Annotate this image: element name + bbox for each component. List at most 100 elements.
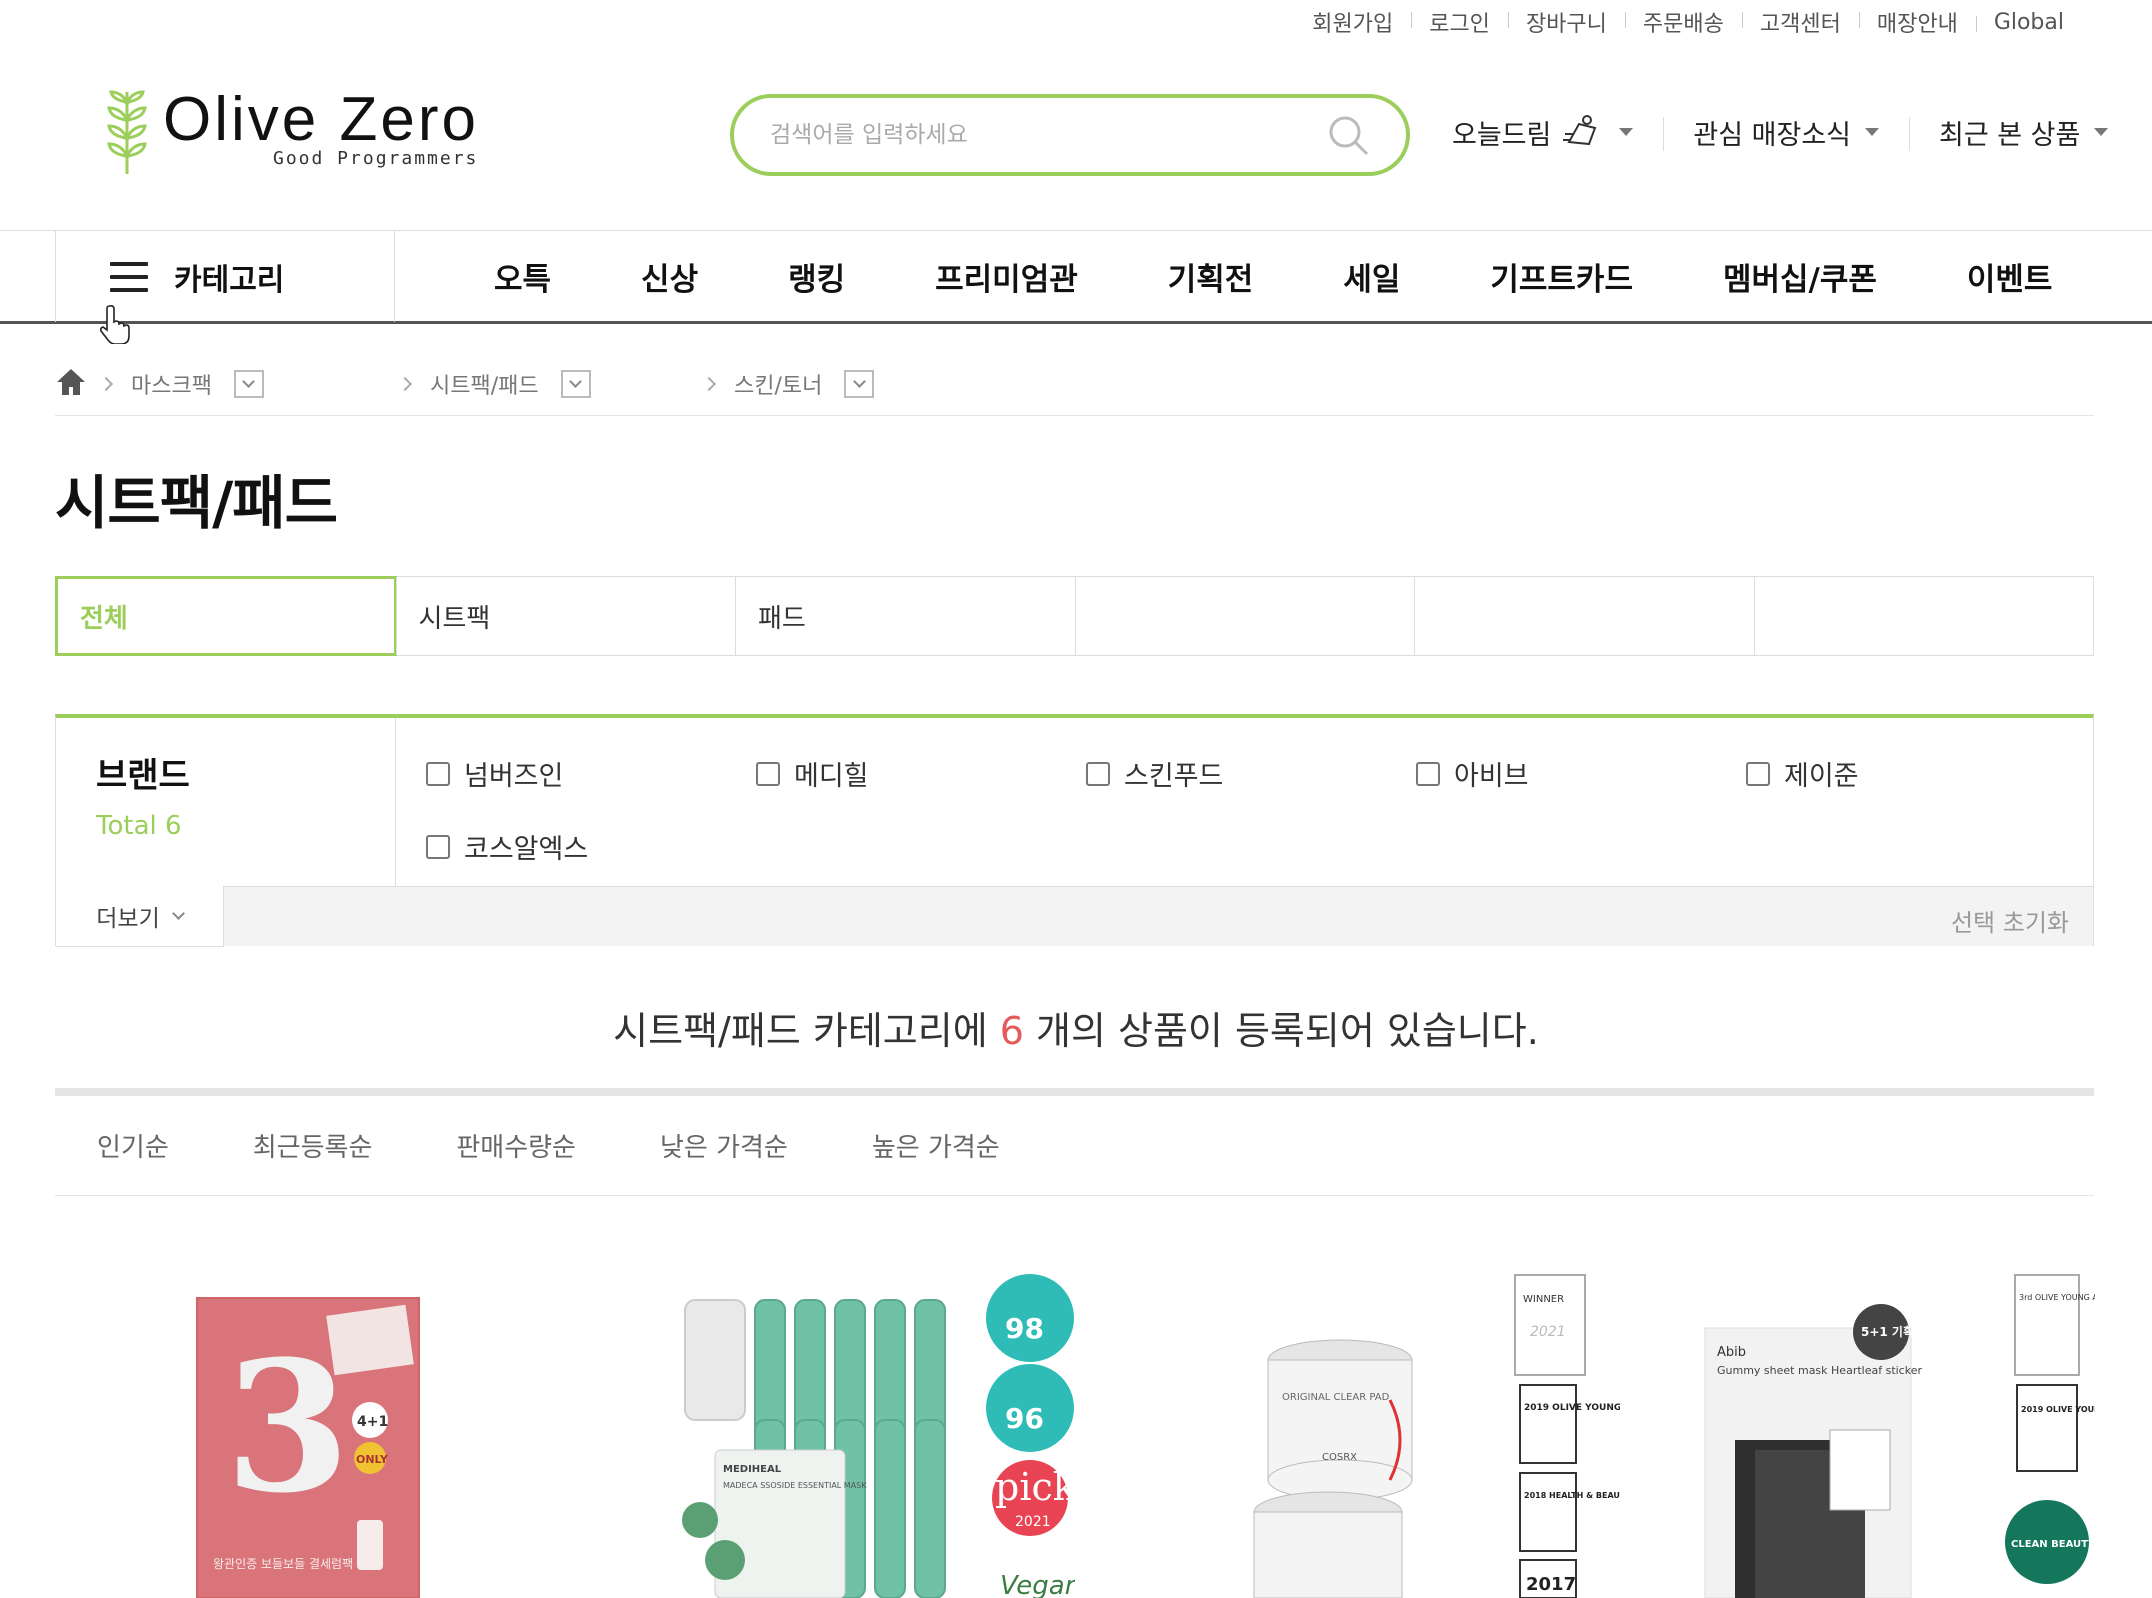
chevron-down-icon: [242, 375, 256, 388]
chevron-right-icon: [397, 376, 413, 391]
subcategory-tabs: 전체 시트팩 패드: [55, 576, 2094, 656]
nav-item-exhibition[interactable]: 기획전: [1168, 254, 1254, 299]
product-name: MADECA SSOSIDE ESSENTIAL MASK: [723, 1481, 867, 1490]
checkbox[interactable]: [1416, 761, 1440, 786]
product-image-mediheal[interactable]: MEDIHEAL MADECA SSOSIDE ESSENTIAL MASK 9…: [655, 1260, 1075, 1598]
site-logo[interactable]: Olive Zero Good Programmers: [105, 88, 479, 178]
nav-item-event[interactable]: 이벤트: [1967, 254, 2053, 299]
util-link-global[interactable]: Global: [1975, 10, 2082, 35]
nav-item-premium[interactable]: 프리미엄관: [935, 254, 1078, 299]
breadcrumb-item-mask[interactable]: 마스크팩: [131, 368, 386, 400]
breadcrumb-item-skin-toner[interactable]: 스킨/토너: [734, 368, 875, 400]
store-news-dropdown[interactable]: 관심 매장소식: [1663, 113, 1909, 152]
checkbox[interactable]: [756, 761, 780, 786]
delivery-scooter-icon: [1563, 115, 1597, 146]
nav-item-new[interactable]: 신상: [641, 254, 698, 299]
home-icon[interactable]: [55, 367, 87, 397]
breadcrumb: 마스크팩 시트팩/패드 스킨/토너: [55, 352, 2094, 416]
nav-item-giftcard[interactable]: 기프트카드: [1490, 254, 1633, 299]
brand-checkbox-cosrx[interactable]: 코스알엑스: [426, 827, 756, 866]
sort-price-low[interactable]: 낮은 가격순: [660, 1127, 788, 1164]
product-vegan-label: Vegan: [1000, 1571, 1075, 1598]
product-score-1: 98: [1005, 1312, 1044, 1345]
product-score-2: 96: [1005, 1402, 1044, 1435]
tab-empty: [1753, 577, 2094, 655]
logo-subtitle: Good Programmers: [273, 148, 479, 169]
award-badge-4: 2017: [1526, 1574, 1576, 1595]
tab-pad[interactable]: 패드: [735, 577, 1075, 655]
brand-filter: 브랜드 Total 6 넘버즈인 메디힐 스킨푸드 아비브 제이준 코스알엑스 …: [55, 714, 2094, 947]
brand-more-button[interactable]: 더보기: [56, 886, 224, 947]
product-brand: Abib: [1717, 1345, 1746, 1360]
brand-checkbox-mediheal[interactable]: 메디힐: [756, 754, 1086, 793]
breadcrumb-item-sheetpack[interactable]: 시트팩/패드: [430, 368, 690, 400]
chevron-down-icon: [2094, 128, 2109, 136]
util-link-cart[interactable]: 장바구니: [1507, 6, 1625, 38]
util-link-login[interactable]: 로그인: [1411, 6, 1508, 38]
award-badge-2: 2019 OLIVE YOUNG AWARDS: [2021, 1405, 2095, 1414]
product-pick-year: 2021: [1015, 1514, 1051, 1530]
product-brand: COSRX: [1322, 1452, 1357, 1463]
breadcrumb-dropdown-button[interactable]: [844, 369, 875, 398]
sort-popular[interactable]: 인기순: [97, 1127, 169, 1164]
sort-sales[interactable]: 판매수량순: [456, 1127, 576, 1164]
award-badge-1: WINNER: [1523, 1294, 1564, 1305]
product-pick-label: pick: [995, 1465, 1075, 1509]
product-badge: 5+1 기획: [1861, 1324, 1914, 1339]
recent-products-dropdown[interactable]: 최근 본 상품: [1909, 113, 2138, 152]
product-label: ORIGINAL CLEAR PAD: [1282, 1392, 1390, 1403]
util-link-cs[interactable]: 고객센터: [1741, 6, 1859, 38]
util-link-orders[interactable]: 주문배송: [1624, 6, 1742, 38]
product-image-numbuzin[interactable]: 3 4+1 ONLY 왕관인증 보들보들 결세럼팩: [195, 1260, 425, 1598]
brand-checkbox-abib[interactable]: 아비브: [1416, 754, 1746, 793]
logo-name: Olive Zero: [163, 85, 479, 154]
util-link-join[interactable]: 회원가입: [1294, 6, 1411, 38]
nav-item-membership[interactable]: 멤버십/쿠폰: [1723, 254, 1877, 299]
search-icon[interactable]: [1326, 113, 1370, 157]
olive-leaf-icon: [107, 90, 147, 174]
sort-recent[interactable]: 최근등록순: [253, 1127, 373, 1164]
sort-price-high[interactable]: 높은 가격순: [872, 1127, 1000, 1164]
reset-selection-button[interactable]: 선택 초기화: [1951, 903, 2069, 938]
brand-checkbox-skinfood[interactable]: 스킨푸드: [1086, 754, 1416, 793]
product-badge-only: ONLY: [356, 1453, 389, 1466]
brand-list: 넘버즈인 메디힐 스킨푸드 아비브 제이준 코스알엑스: [426, 754, 2076, 866]
chevron-down-icon: [853, 375, 866, 388]
chevron-down-icon: [171, 906, 185, 920]
breadcrumb-dropdown-button[interactable]: [233, 369, 264, 398]
brand-filter-title: 브랜드: [96, 756, 190, 796]
nav-item-today-special[interactable]: 오특: [494, 254, 551, 299]
tab-all[interactable]: 전체: [55, 576, 397, 656]
util-link-stores[interactable]: 매장안내: [1858, 6, 1976, 38]
award-badge-1: 3rd OLIVE YOUNG AWARDS 2020: [2019, 1293, 2095, 1302]
tab-sheetpack[interactable]: 시트팩: [395, 577, 736, 655]
today-delivery-dropdown[interactable]: 오늘드림: [1450, 112, 1663, 152]
header-links: 오늘드림 관심 매장소식 최근 본 상품: [1450, 112, 2138, 152]
store-news-label: 관심 매장소식: [1693, 119, 1851, 151]
chevron-down-icon: [569, 375, 582, 388]
checkbox[interactable]: [426, 834, 450, 859]
award-badge-1-year: 2021: [1530, 1324, 1566, 1340]
tab-empty: [1414, 577, 1754, 655]
product-image-cosrx[interactable]: ORIGINAL CLEAR PAD COSRX WINNER 2021 201…: [1240, 1260, 1620, 1598]
brand-checkbox-jayjun[interactable]: 제이준: [1746, 754, 2076, 793]
product-image-abib[interactable]: Abib Gummy sheet mask Heartleaf sticker …: [1695, 1260, 2095, 1598]
hand-cursor-icon: [100, 304, 130, 344]
checkbox[interactable]: [1086, 761, 1110, 786]
checkbox[interactable]: [426, 761, 450, 786]
brand-total-count: Total 6: [96, 811, 182, 841]
product-badge: 4+1: [357, 1414, 388, 1430]
search-input[interactable]: [770, 122, 1326, 148]
breadcrumb-dropdown-button[interactable]: [560, 369, 591, 398]
nav-item-sale[interactable]: 세일: [1343, 254, 1400, 299]
product-name: Gummy sheet mask Heartleaf sticker: [1717, 1364, 1922, 1377]
product-count-number: 6: [999, 1009, 1024, 1053]
search-box: [730, 94, 1410, 176]
award-badge-2: 2019 OLIVE YOUNG AWARDS: [1524, 1403, 1620, 1413]
checkbox[interactable]: [1746, 761, 1770, 786]
clean-beauty-seal: CLEAN BEAUTY: [2011, 1539, 2095, 1550]
brand-checkbox-numbuzin[interactable]: 넘버즈인: [426, 754, 756, 793]
recent-products-label: 최근 본 상품: [1939, 119, 2081, 151]
nav-item-ranking[interactable]: 랭킹: [788, 254, 845, 299]
chevron-down-icon: [1865, 128, 1879, 136]
